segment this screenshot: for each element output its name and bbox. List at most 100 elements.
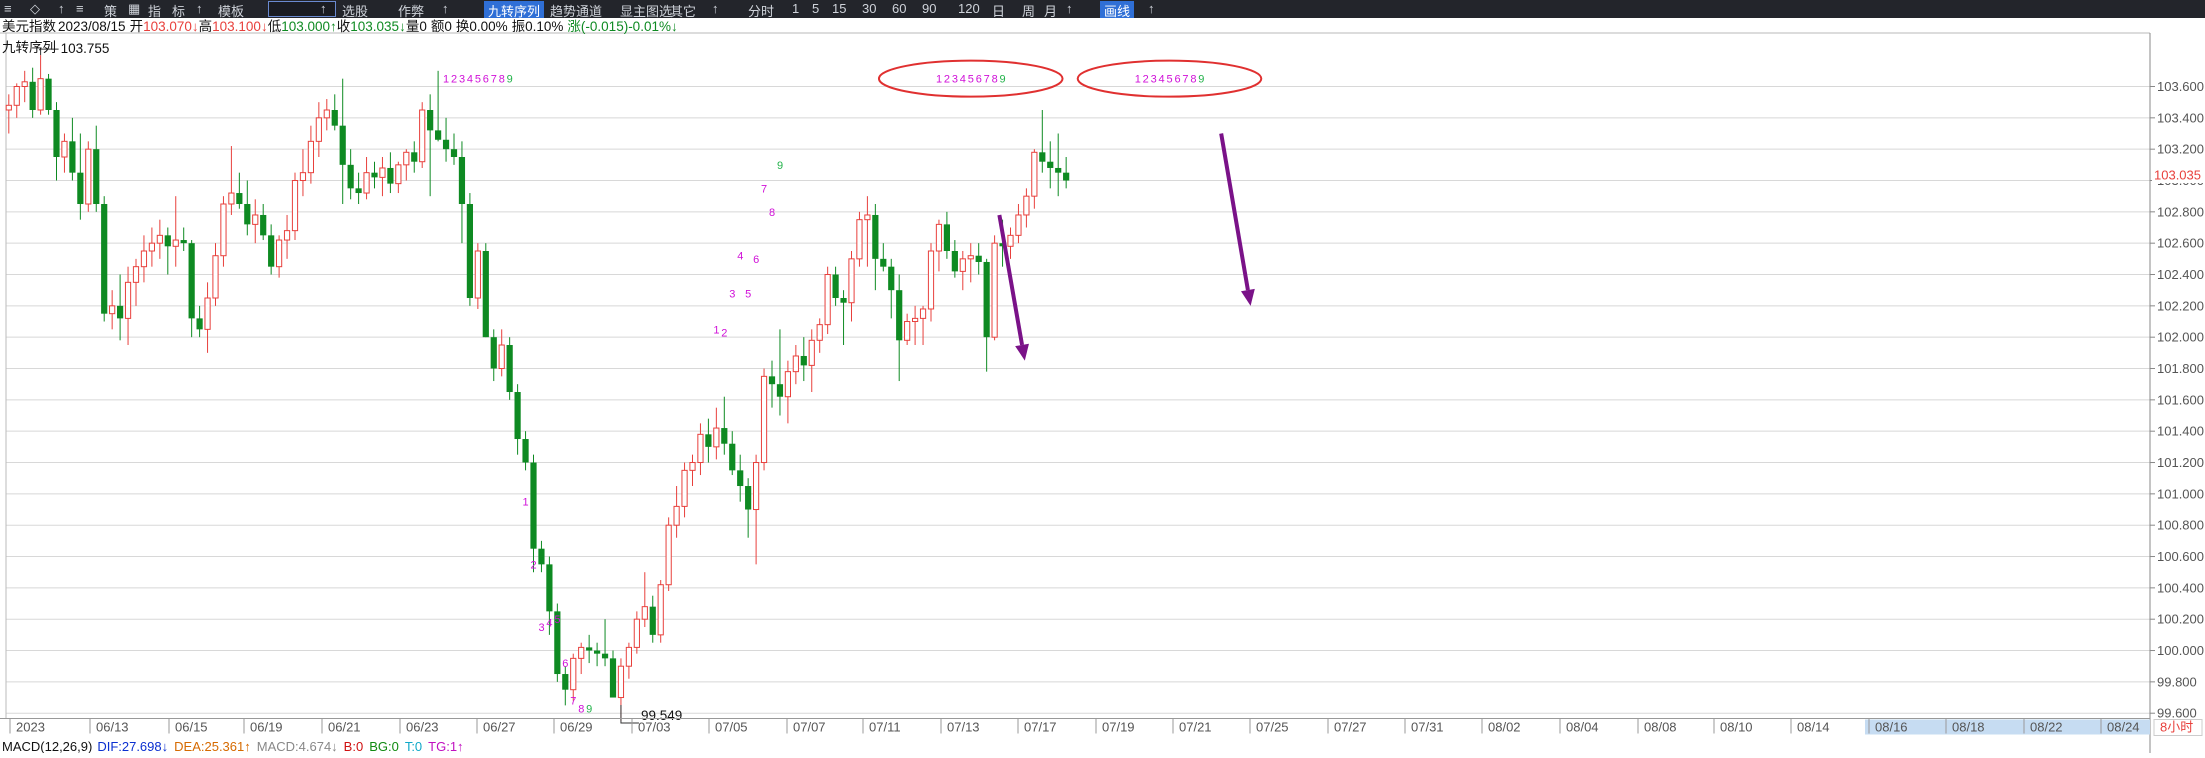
candlestick-chart[interactable]: 1 2 3 4 5 6 7 8 9123 4 5678 91 234567891 2 3 4 5 6 7 8 9 1 2 3 4… [0, 18, 2205, 754]
toolbar-item[interactable]: ▦ [128, 1, 140, 17]
toolbar-item[interactable]: ↑ [442, 1, 449, 16]
toolbar-item[interactable]: ↑ [58, 1, 65, 16]
time-axis-label: 07/25 [1256, 720, 1289, 735]
toolbar-item[interactable]: ◇ [30, 1, 40, 17]
toolbar-item[interactable]: 月 [1044, 1, 1057, 18]
toolbar-item[interactable]: 90 [922, 1, 936, 16]
candle-body [546, 564, 553, 612]
toolbar-item[interactable]: 标 [172, 1, 185, 18]
toolbar-item[interactable]: 1 [792, 1, 799, 16]
trend-arrow-head [1240, 288, 1255, 306]
toolbar-item[interactable]: 15 [832, 1, 846, 16]
toolbar-item[interactable]: ↑ [712, 1, 719, 16]
toolbar-item[interactable]: 分时 [748, 1, 774, 18]
candle [1055, 133, 1062, 197]
candle [848, 251, 855, 322]
candle-body [371, 172, 378, 178]
toolbar-item[interactable]: ≡ [76, 1, 84, 16]
toolbar-item[interactable]: ↑ [196, 1, 203, 16]
toolbar-item[interactable]: 画线 [1100, 1, 1135, 18]
turnover-value: 0.00% [469, 19, 507, 34]
toolbar-item[interactable]: 指 [148, 1, 161, 18]
price-axis-label: 100.200 [2157, 612, 2204, 627]
toolbar-item[interactable]: 30 [862, 1, 876, 16]
candle [196, 305, 203, 338]
toolbar-item[interactable]: 趋势通道 [550, 1, 602, 18]
candle [101, 196, 108, 322]
toolbar-item[interactable]: ↑ [1148, 1, 1155, 16]
candle [856, 211, 863, 267]
toolbar-item[interactable]: 60 [892, 1, 906, 16]
candle [649, 595, 656, 643]
candle [919, 305, 927, 346]
candle [927, 243, 935, 322]
macd-dif: DIF:27.698↓ [97, 739, 168, 753]
candle-body [196, 318, 203, 330]
candle-body [212, 255, 219, 299]
candle-body [824, 274, 831, 326]
toolbar-item[interactable]: 5 [812, 1, 819, 16]
price-axis-label: 102.000 [2157, 330, 2204, 345]
toolbar-item[interactable]: ↑ [1066, 1, 1073, 16]
price-axis-label: 103.400 [2157, 110, 2204, 125]
close-arrow: ↓ [399, 19, 406, 34]
toolbar-item[interactable]: 模板 [218, 1, 244, 18]
candle-body [601, 653, 609, 659]
candle-body [307, 140, 314, 174]
sequence-label: 7 [984, 74, 990, 86]
candle-body [904, 321, 911, 341]
toolbar-item[interactable]: 120 [958, 1, 980, 16]
candle-body [387, 167, 394, 184]
candle-body [681, 469, 688, 507]
candle-body [109, 305, 116, 315]
indicator-name: 九转序列 [2, 40, 56, 55]
price-axis-label: 101.800 [2157, 361, 2204, 376]
candle [379, 157, 386, 197]
candle [69, 117, 76, 181]
toolbar-item[interactable]: ≡ [4, 1, 12, 16]
sequence-label: 8 [992, 74, 998, 86]
candle-body [140, 250, 148, 268]
toolbar-item[interactable]: 作弊 [398, 1, 424, 18]
candle-body [395, 164, 402, 185]
candle [1007, 227, 1014, 259]
candle-body [800, 355, 807, 366]
toolbar-item[interactable]: 选股 [342, 1, 368, 18]
sequence-label: 8 [769, 207, 775, 219]
candle-body [1015, 214, 1022, 236]
toolbar-item[interactable]: 其它 [670, 1, 696, 18]
candle-body [689, 462, 696, 471]
chart-area[interactable]: 1234567891234567891234567891234567891234… [0, 18, 2205, 754]
candle [689, 454, 696, 487]
candle [323, 99, 330, 131]
candle-body [1023, 195, 1030, 216]
toolbar-item[interactable]: 周 [1022, 1, 1035, 18]
candle [307, 125, 314, 184]
sequence-label: 4 [467, 74, 473, 86]
trend-arrow-head [1015, 343, 1029, 361]
candle-body [760, 375, 768, 464]
time-axis-label: 08/18 [1952, 720, 1985, 735]
toolbar-item[interactable]: 显主图选 [620, 1, 672, 18]
toolbar-item[interactable]: 日 [992, 1, 1005, 18]
toolbar-item[interactable]: ↑ [320, 1, 327, 16]
toolbar-item[interactable]: 策 [104, 1, 117, 18]
sequence-label: 5 [554, 614, 560, 626]
candle [395, 161, 402, 194]
candle-body [506, 345, 513, 393]
candle [283, 214, 291, 259]
candle-body [291, 180, 299, 232]
candle-body [204, 297, 211, 330]
candle-body [283, 230, 291, 241]
candle [29, 67, 36, 118]
amt-label: 额 [431, 19, 445, 34]
toolbar-item[interactable]: 九转序列 [484, 1, 545, 18]
candle-body [991, 242, 998, 338]
candle [705, 418, 712, 463]
candle-body [93, 149, 100, 205]
time-axis-label: 08/10 [1720, 720, 1753, 735]
candle-body [514, 392, 521, 440]
candle [1063, 157, 1070, 189]
sequence-label: 4 [960, 74, 966, 86]
candle-body [570, 657, 577, 691]
